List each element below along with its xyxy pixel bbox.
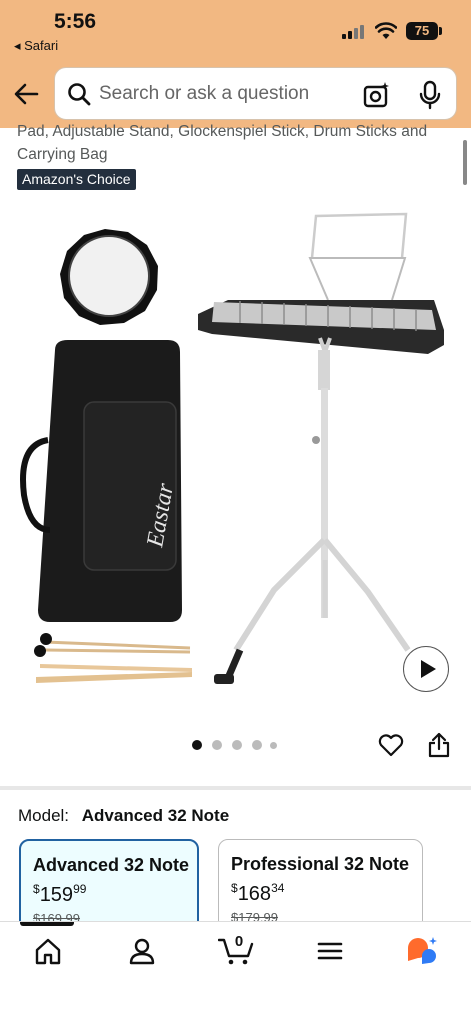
home-icon[interactable] [33, 936, 63, 966]
cellular-signal-icon [342, 25, 368, 39]
glockenspiel [198, 212, 444, 684]
amazons-choice-badge: Amazon's Choice [17, 169, 136, 190]
model-label: Model: [18, 806, 70, 825]
image-carousel-dots[interactable] [192, 740, 282, 752]
carousel-dot[interactable] [270, 742, 277, 749]
search-icon [68, 83, 91, 106]
selected-model-value: Advanced 32 Note [81, 806, 230, 825]
carrying-bag: Eastar [20, 340, 182, 622]
status-time: 5:56 [54, 10, 97, 33]
practice-pad [60, 229, 158, 325]
menu-icon[interactable] [315, 936, 345, 966]
share-icon[interactable] [428, 732, 450, 758]
mallets-and-sticks [34, 633, 192, 683]
carousel-dot[interactable] [192, 740, 202, 750]
scrollbar[interactable] [463, 140, 467, 185]
active-tab-indicator [20, 922, 74, 926]
product-title[interactable]: Pad, Adjustable Stand, Glockenspiel Stic… [17, 120, 457, 166]
carousel-dot[interactable] [212, 740, 222, 750]
price-whole: 159 [39, 884, 74, 906]
option-name: Professional 32 Note [231, 854, 410, 874]
option-price: $16834 [231, 881, 410, 906]
status-bar: 5:56 ◂ Safari 75 [0, 0, 471, 60]
rufus-assistant-icon[interactable] [405, 936, 439, 966]
microphone-icon[interactable] [419, 80, 441, 110]
back-to-safari-link[interactable]: ◂ Safari [14, 38, 58, 54]
price-currency: $ [231, 881, 238, 895]
back-arrow-icon[interactable] [12, 80, 40, 108]
carousel-dot[interactable] [232, 740, 242, 750]
top-header: 5:56 ◂ Safari 75 [0, 0, 471, 128]
price-whole: 168 [237, 883, 272, 905]
cart-count-badge: 0 [234, 933, 244, 950]
product-image[interactable]: Eastar [0, 200, 471, 720]
search-bar[interactable] [54, 67, 457, 120]
camera-search-icon[interactable] [363, 81, 391, 109]
search-input[interactable] [99, 82, 339, 106]
account-icon[interactable] [127, 936, 157, 966]
battery-indicator: 75 [406, 22, 442, 40]
play-video-button[interactable] [403, 646, 449, 692]
heart-icon[interactable] [378, 733, 404, 757]
model-selector-label: Model: Advanced 32 Note [18, 806, 229, 826]
carousel-dot[interactable] [252, 740, 262, 750]
price-currency: $ [33, 882, 40, 896]
section-divider [0, 786, 471, 790]
option-name: Advanced 32 Note [33, 855, 190, 875]
play-icon [421, 660, 436, 678]
option-price: $15999 [33, 882, 185, 907]
price-cents: 34 [271, 881, 285, 895]
price-cents: 99 [73, 882, 87, 896]
wifi-icon [375, 22, 397, 39]
